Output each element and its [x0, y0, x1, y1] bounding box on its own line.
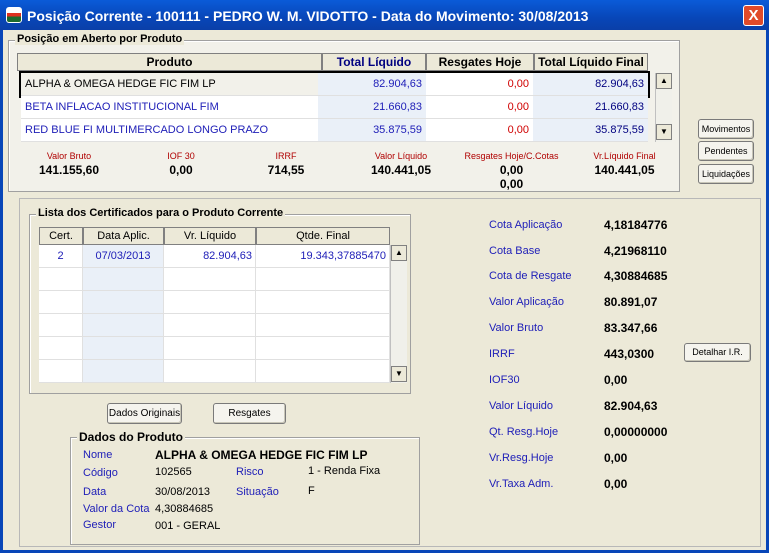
product-resgates: 0,00	[426, 96, 533, 119]
col-data-aplic[interactable]: Data Aplic.	[83, 227, 164, 245]
product-name: BETA INFLACAO INSTITUCIONAL FIM	[21, 96, 318, 119]
title-bar: Posição Corrente - 100111 - PEDRO W. M. …	[0, 0, 769, 30]
detail-value: 0,00	[604, 477, 628, 491]
data-label: Data	[83, 486, 107, 498]
certificate-row-empty	[39, 268, 390, 291]
product-resgates: 0,00	[426, 73, 533, 96]
certificates-legend: Lista dos Certificados para o Produto Co…	[36, 207, 286, 219]
detail-value: 0,00	[604, 373, 628, 387]
detail-value: 4,30884685	[604, 269, 668, 283]
scroll-up-icon[interactable]: ▲	[391, 245, 407, 261]
detail-value: 443,0300	[604, 347, 655, 361]
cert-number: 2	[39, 245, 83, 268]
product-row[interactable]: BETA INFLACAO INSTITUCIONAL FIM 21.660,8…	[21, 96, 648, 119]
product-row[interactable]: ALPHA & OMEGA HEDGE FIC FIM LP 82.904,63…	[19, 71, 650, 98]
scroll-up-icon[interactable]: ▲	[656, 73, 672, 89]
nome-label: Nome	[83, 449, 113, 461]
scroll-down-icon[interactable]: ▼	[391, 366, 407, 382]
app-icon	[6, 7, 22, 23]
codigo-label: Código	[83, 467, 118, 479]
close-button[interactable]: X	[743, 5, 764, 26]
product-resgates: 0,00	[426, 119, 533, 142]
open-position-panel: Posição em Aberto por Produto Produto To…	[8, 33, 681, 192]
data-value: 30/08/2013	[155, 486, 211, 498]
product-final: 35.875,59	[533, 119, 648, 142]
situacao-value: F	[308, 485, 315, 497]
detail-label: IRRF	[489, 348, 515, 360]
total-iof30: IOF 30 0,00	[167, 151, 195, 177]
gestor-value: 001 - GERAL	[155, 520, 221, 532]
detail-label: IOF30	[489, 374, 520, 386]
product-total: 35.875,59	[318, 119, 426, 142]
col-cert[interactable]: Cert.	[39, 227, 83, 245]
detail-value: 4,21968110	[604, 244, 667, 258]
product-row[interactable]: RED BLUE FI MULTIMERCADO LONGO PRAZO 35.…	[21, 119, 648, 142]
situacao-label: Situação	[236, 486, 279, 498]
detail-label: Valor Bruto	[489, 322, 544, 334]
col-vr-liquido[interactable]: Vr. Líquido	[164, 227, 256, 245]
certificate-row[interactable]: 2 07/03/2013 82.904,63 19.343,37885470	[39, 245, 390, 268]
dados-originais-button[interactable]: Dados Originais	[107, 403, 182, 424]
total-valor-bruto: Valor Bruto 141.155,60	[38, 151, 100, 177]
cert-quantity: 19.343,37885470	[256, 245, 390, 268]
nome-value: ALPHA & OMEGA HEDGE FIC FIM LP	[155, 448, 368, 462]
risco-label: Risco	[236, 466, 264, 478]
col-produto[interactable]: Produto	[17, 53, 322, 71]
products-grid-header: Produto Total Líquido Resgates Hoje Tota…	[17, 53, 648, 71]
window-title: Posição Corrente - 100111 - PEDRO W. M. …	[27, 8, 589, 24]
detail-value: 82.904,63	[604, 399, 658, 413]
gestor-label: Gestor	[83, 519, 117, 531]
total-irrf: IRRF 714,55	[267, 151, 305, 177]
total-vr-liquido-final: Vr.Líquido Final 140.441,05	[593, 151, 656, 177]
detail-label: Valor Aplicação	[489, 296, 565, 308]
totals-summary: Valor Bruto 141.155,60 IOF 30 0,00 IRRF …	[9, 151, 681, 191]
product-total: 82.904,63	[318, 73, 426, 96]
detail-value: 80.891,07	[604, 295, 658, 309]
col-resgates-hoje[interactable]: Resgates Hoje	[426, 53, 534, 71]
detail-label: Vr.Taxa Adm.	[489, 478, 554, 490]
certificate-row-empty	[39, 314, 390, 337]
detail-label: Qt. Resg.Hoje	[489, 426, 559, 438]
certificate-row-empty	[39, 291, 390, 314]
scroll-down-icon[interactable]: ▼	[656, 124, 672, 140]
open-position-legend: Posição em Aberto por Produto	[15, 33, 185, 45]
detail-label: Cota Base	[489, 245, 541, 257]
detail-label: Valor Líquido	[489, 400, 554, 412]
product-final: 21.660,83	[533, 96, 648, 119]
codigo-value: 102565	[155, 466, 192, 478]
total-valor-liquido: Valor Líquido 140.441,05	[370, 151, 432, 177]
pendentes-button[interactable]: Pendentes	[698, 141, 754, 161]
product-final: 82.904,63	[533, 73, 648, 96]
detail-label: Cota de Resgate	[489, 270, 572, 282]
products-scrollbar[interactable]: ▲ ▼	[655, 73, 672, 142]
detail-value: 0,00000000	[604, 425, 668, 439]
col-total-liquido[interactable]: Total Líquido	[322, 53, 426, 71]
risco-value: 1 - Renda Fixa	[308, 465, 381, 477]
detail-value: 4,18184776	[604, 218, 668, 232]
product-name: ALPHA & OMEGA HEDGE FIC FIM LP	[21, 73, 318, 96]
col-total-liquido-final[interactable]: Total Líquido Final	[534, 53, 648, 71]
movimentos-button[interactable]: Movimentos	[698, 119, 754, 139]
certificates-scrollbar[interactable]: ▲ ▼	[390, 245, 407, 383]
product-name: RED BLUE FI MULTIMERCADO LONGO PRAZO	[21, 119, 318, 142]
total-resgates-hoje: Resgates Hoje/C.Cotas 0,00 0,00	[464, 151, 559, 191]
certificate-row-empty	[39, 360, 390, 383]
detail-label: Vr.Resg.Hoje	[489, 452, 554, 464]
cert-date: 07/03/2013	[83, 245, 164, 268]
valor-cota-value: 4,30884685	[155, 503, 214, 515]
detail-label: Cota Aplicação	[489, 219, 563, 231]
resgates-button[interactable]: Resgates	[213, 403, 286, 424]
liquidacoes-button[interactable]: Liquidações	[698, 164, 754, 184]
certificates-grid-header: Cert. Data Aplic. Vr. Líquido Qtde. Fina…	[39, 227, 390, 245]
certificate-row-empty	[39, 337, 390, 360]
detail-value: 0,00	[604, 451, 628, 465]
detail-value: 83.347,66	[604, 321, 658, 335]
detalhar-ir-button[interactable]: Detalhar I.R.	[684, 343, 751, 362]
valor-cota-label: Valor da Cota	[83, 503, 150, 515]
product-data-legend: Dados do Produto	[77, 430, 185, 444]
product-total: 21.660,83	[318, 96, 426, 119]
col-qtde-final[interactable]: Qtde. Final	[256, 227, 390, 245]
cert-value: 82.904,63	[164, 245, 256, 268]
